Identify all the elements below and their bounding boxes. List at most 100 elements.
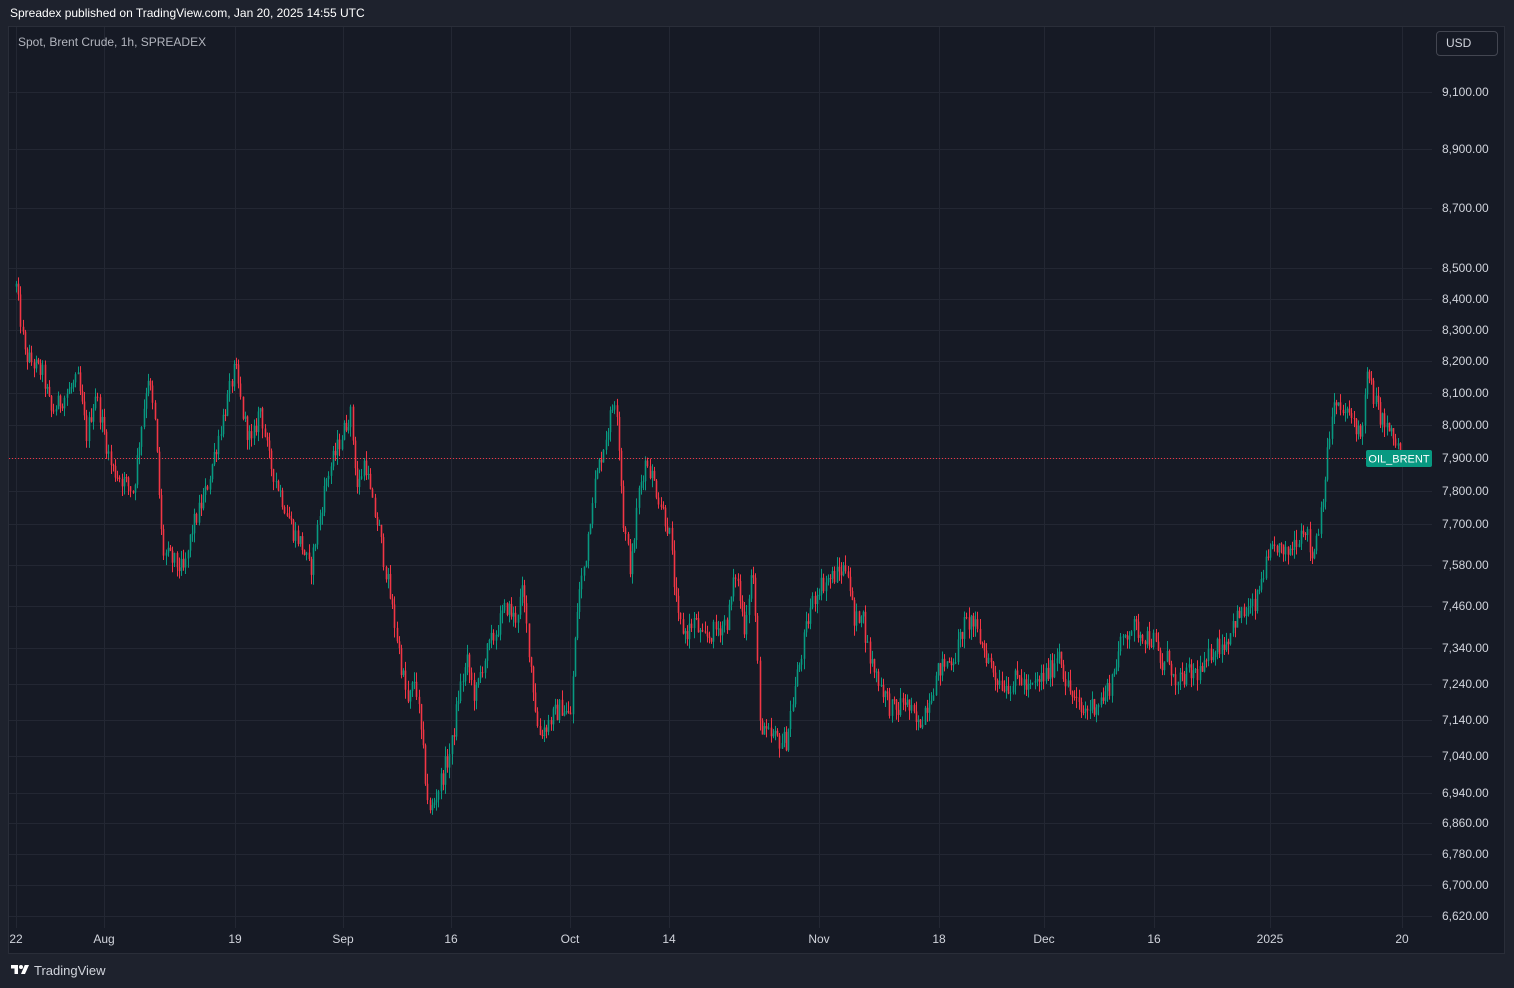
candle-down <box>297 530 300 544</box>
candle-up <box>745 614 748 635</box>
candle-up <box>906 699 909 705</box>
candle-up <box>1326 447 1329 480</box>
time-tick-label: 14 <box>662 932 676 946</box>
candle-up <box>668 527 671 534</box>
candle-down <box>1038 679 1041 682</box>
candle-up <box>1089 709 1092 711</box>
currency-button[interactable]: USD <box>1436 31 1498 56</box>
candle-down <box>1399 443 1402 451</box>
candle-up <box>875 671 878 673</box>
candle-up <box>1040 672 1043 682</box>
candle-up <box>558 699 561 721</box>
candle-down <box>473 680 476 701</box>
candle-up <box>191 533 194 535</box>
candle-up <box>323 485 326 513</box>
candle-up <box>1271 544 1274 549</box>
candle-down <box>1218 638 1221 655</box>
price-axis[interactable]: 9,100.00 8,900.00 8,700.00 8,500.00 8,400.00… <box>1442 85 1489 923</box>
candle-down <box>961 632 964 639</box>
candle-up <box>204 486 207 495</box>
candle-down <box>79 372 82 392</box>
candle-down <box>1126 635 1129 640</box>
candle-down <box>776 730 779 736</box>
candle-up <box>387 573 390 580</box>
candle-up <box>1337 402 1340 406</box>
candle-down <box>785 731 788 751</box>
footer-brand[interactable]: TradingView <box>10 960 106 980</box>
candle-down <box>242 396 245 419</box>
candle-down <box>1243 607 1246 616</box>
candle-down <box>976 619 979 629</box>
candle-up <box>220 434 223 436</box>
candle-up <box>585 560 588 567</box>
price-tick-label: 8,900.00 <box>1442 142 1489 156</box>
candle-down <box>532 666 535 693</box>
candle-down <box>726 619 729 631</box>
candle-up <box>411 682 414 691</box>
candle-down <box>926 707 929 713</box>
candle-up <box>974 619 977 627</box>
candle-down <box>943 658 946 667</box>
candle-up <box>827 578 830 583</box>
candle-down <box>1287 546 1290 555</box>
candle-down <box>948 661 951 663</box>
candle-up <box>803 632 806 659</box>
candle-down <box>765 726 768 729</box>
candle-up <box>552 708 555 725</box>
candlestick-chart[interactable]: 9,100.00 8,900.00 8,700.00 8,500.00 8,400.00… <box>0 0 1514 988</box>
candle-down <box>215 451 218 455</box>
candle-down <box>96 396 99 398</box>
candle-down <box>616 405 619 417</box>
time-axis[interactable]: 22 Aug 19 Sep 16 Oct 14 Nov 18 Dec 16 2025 20 <box>9 932 1409 946</box>
candle-down <box>1234 621 1237 628</box>
candle-down <box>1108 683 1111 696</box>
candle-down <box>50 395 53 411</box>
candle-up <box>1236 610 1239 628</box>
candle-up <box>684 631 687 634</box>
candle-down <box>704 631 707 633</box>
candle-up <box>816 595 819 605</box>
candle-up <box>41 364 44 375</box>
candle-up <box>825 582 828 592</box>
candle-down <box>624 528 627 534</box>
candle-up <box>805 621 808 633</box>
candle-up <box>783 731 786 743</box>
price-tick-label: 8,000.00 <box>1442 418 1489 432</box>
price-tick-label: 8,200.00 <box>1442 354 1489 368</box>
candle-up <box>1289 548 1292 555</box>
time-tick-label: 19 <box>228 932 242 946</box>
candle-up <box>1331 416 1334 439</box>
candle-down <box>17 283 20 295</box>
candle-down <box>1348 408 1351 414</box>
price-tick-label: 7,700.00 <box>1442 517 1489 531</box>
candle-down <box>277 481 280 491</box>
candle-down <box>858 611 861 623</box>
candle-down <box>1295 539 1298 547</box>
candle-down <box>567 710 570 713</box>
time-tick-label: Nov <box>808 932 829 946</box>
candle-down <box>160 495 163 530</box>
candle-up <box>464 667 467 682</box>
candle-up <box>1232 621 1235 634</box>
candle-up <box>316 524 319 545</box>
candle-down <box>308 552 311 560</box>
candle-up <box>431 805 434 811</box>
candle-up <box>433 802 436 806</box>
candle-down <box>26 349 29 363</box>
candle-down <box>415 681 418 697</box>
candle-up <box>884 691 887 698</box>
candle-up <box>107 451 110 454</box>
candle-up <box>77 372 80 375</box>
candle-down <box>877 671 880 686</box>
candle-down <box>393 604 396 628</box>
candle-up <box>88 417 91 442</box>
candle-down <box>429 800 432 811</box>
candle-up <box>935 675 938 696</box>
candle-up <box>484 660 487 673</box>
candle-up <box>101 416 104 423</box>
candle-down <box>679 612 682 620</box>
time-tick-label: 20 <box>1395 932 1409 946</box>
time-tick-label: 16 <box>444 932 458 946</box>
candle-down <box>1267 556 1270 558</box>
candle-down <box>127 477 130 487</box>
